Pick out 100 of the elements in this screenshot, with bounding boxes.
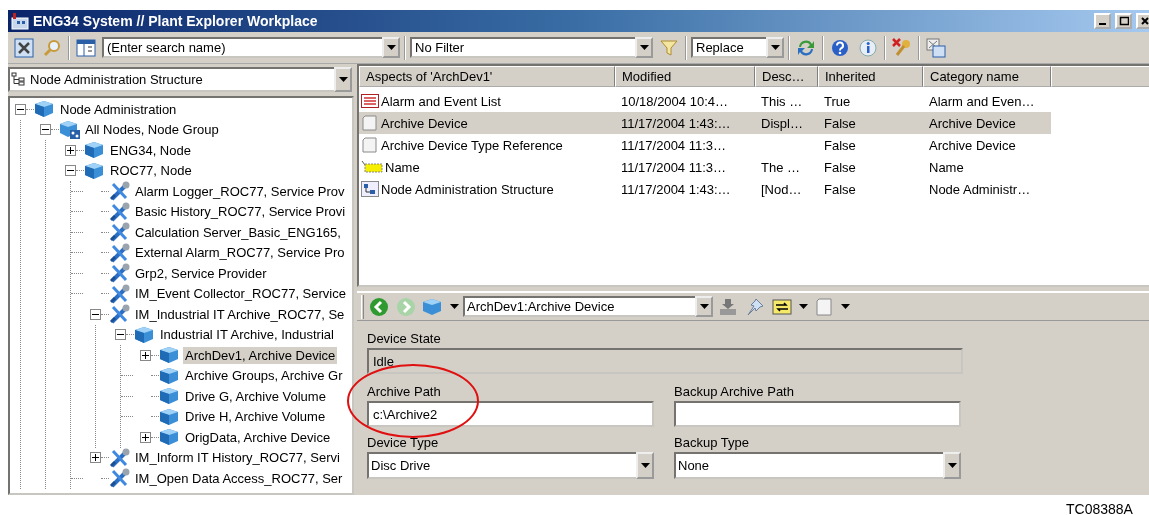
aspect-row[interactable]: Node Administration Structure 11/17/2004 1:43:… [Nod… False Node Administr… [359,178,1149,200]
windows-icon[interactable] [924,35,948,60]
aspect-row[interactable]: Archive Device Type Reference 11/17/2004 11:3… False Archive Device [359,134,1149,156]
table-cell: Displ… [761,115,803,131]
dropdown-field[interactable]: Disc Drive [367,452,636,479]
filter-dropdown[interactable]: No Filter [410,37,635,58]
aspect-row[interactable]: Archive Device 11/17/2004 1:43:… Displ… False Archive Device [359,112,1149,134]
field-label: Device State [367,330,441,348]
table-cell: False [824,159,856,175]
page-icon [361,115,379,131]
text-field[interactable] [674,401,961,427]
table-cell: Name [929,159,964,175]
table-cell: Archive Device Type Reference [381,137,563,153]
tree-item[interactable]: ROC77, Node [108,162,194,180]
tree-item[interactable]: All Nodes, Node Group [83,121,221,139]
tree-item[interactable]: Calculation Server_Basic_ENG165, [133,223,343,241]
tree-item[interactable]: Industrial IT Archive, Industrial [158,326,336,344]
cube-icon [159,346,179,365]
column-header[interactable]: Aspects of 'ArchDev1' [359,66,615,87]
tree-item[interactable]: ArchDev1, Archive Device [183,346,338,364]
cube-icon [159,407,179,426]
tree-item[interactable]: IM_Event Collector_ROC77, Service [133,285,348,303]
tools-icon [109,283,131,304]
address-dropdown[interactable]: ArchDev1:Archive Device [463,296,695,317]
tree-item[interactable]: Grp2, Service Provider [133,264,269,282]
tree-item[interactable]: IM_Open Data Access_ROC77, Ser [133,469,345,487]
list-icon [361,94,379,108]
column-header[interactable]: Desc… [755,66,818,87]
collapse-icon[interactable] [115,329,126,341]
table-cell: 11/17/2004 11:3… [621,137,727,153]
cube-icon [159,366,179,385]
minimize-button[interactable] [1094,13,1111,29]
column-header[interactable]: Inherited [818,66,923,87]
close-icon[interactable] [12,35,36,60]
field-label: Backup Type [674,434,749,452]
text-field[interactable]: c:\Archive2 [367,401,654,427]
readonly-field[interactable]: Idle [367,348,963,374]
tree-item[interactable]: IM_Industrial IT Archive_ROC77, Se [133,305,347,323]
tree-item[interactable]: Drive G, Archive Volume [183,387,328,405]
expand-icon[interactable] [65,144,76,156]
table-cell: Archive Device [929,137,1016,153]
tree-item[interactable]: External Alarm_ROC77, Service Pro [133,244,347,262]
table-cell: False [824,181,856,197]
structure-icon [361,181,379,197]
table-cell: 11/17/2004 1:43:… [621,181,731,197]
tree-item[interactable]: Node Administration [58,100,179,118]
search-field[interactable]: (Enter search name) [102,37,382,58]
cube-icon [134,325,154,344]
structure-dropdown[interactable]: Node Administration Structure [8,67,334,92]
tree-item[interactable]: ENG34, Node [108,141,193,159]
collapse-icon[interactable] [40,124,51,136]
tools-icon [109,181,131,202]
table-cell: The … [761,159,800,175]
field-label: Backup Archive Path [674,383,794,401]
minimize-icon [1099,23,1106,25]
table-cell: Archive Device [381,115,468,131]
expand-icon[interactable] [140,431,151,443]
column-header[interactable]: Category name [923,66,1051,87]
table-cell: Node Administration Structure [381,181,554,197]
maximize-button[interactable] [1115,13,1132,29]
table-cell: Archive Device [929,115,1016,131]
tree-item[interactable]: Basic History_ROC77, Service Provi [133,203,348,221]
close-button[interactable] [1136,13,1149,29]
maximize-icon [1118,16,1129,26]
aspect-row[interactable]: Alarm and Event List 10/18/2004 10:4… This … True Alarm and Even… [359,90,1149,112]
table-cell: [Nod… [761,181,802,197]
expand-icon[interactable] [140,349,151,361]
field-label: Device Type [367,434,439,452]
tree-item[interactable]: Alarm Logger_ROC77, Service Prov [133,182,347,200]
table-cell: True [824,93,851,109]
cube-icon [159,387,179,406]
tree-item[interactable]: Drive H, Archive Volume [183,408,328,426]
tools-icon [109,263,131,284]
tree-item[interactable]: OrigData, Archive Device [183,428,333,446]
cube-icon [84,141,104,160]
cube-icon [34,100,54,119]
cube-icon [159,428,179,447]
factory-icon [10,12,30,30]
table-cell: False [824,115,856,131]
page-icon [361,137,379,153]
table-cell: False [824,137,856,153]
aspect-row[interactable]: Name 11/17/2004 11:3… The … False Name [359,156,1149,178]
mode-dropdown[interactable]: Replace [691,37,766,58]
tree-item[interactable]: Archive Groups, Archive Gr [183,367,345,385]
collapse-icon[interactable] [90,308,101,320]
collapse-icon[interactable] [65,165,76,177]
table-cell: Name [385,159,420,175]
collapse-icon[interactable] [15,103,26,115]
cube-icon [84,161,104,180]
table-cell: 10/18/2004 10:4… [621,93,728,109]
tools-icon [109,242,131,263]
figure-caption: TC08388A [1066,501,1133,515]
table-cell: Alarm and Event List [381,93,501,109]
expand-icon[interactable] [90,452,101,464]
table-cell: 11/17/2004 11:3… [621,159,727,175]
table-cell: 11/17/2004 1:43:… [621,115,731,131]
tree-item[interactable]: IM_Inform IT History_ROC77, Servi [133,449,342,467]
column-header[interactable]: Modified [615,66,755,87]
window-title: ENG34 System // Plant Explorer Workplace [33,13,319,29]
dropdown-field[interactable]: None [674,452,943,479]
